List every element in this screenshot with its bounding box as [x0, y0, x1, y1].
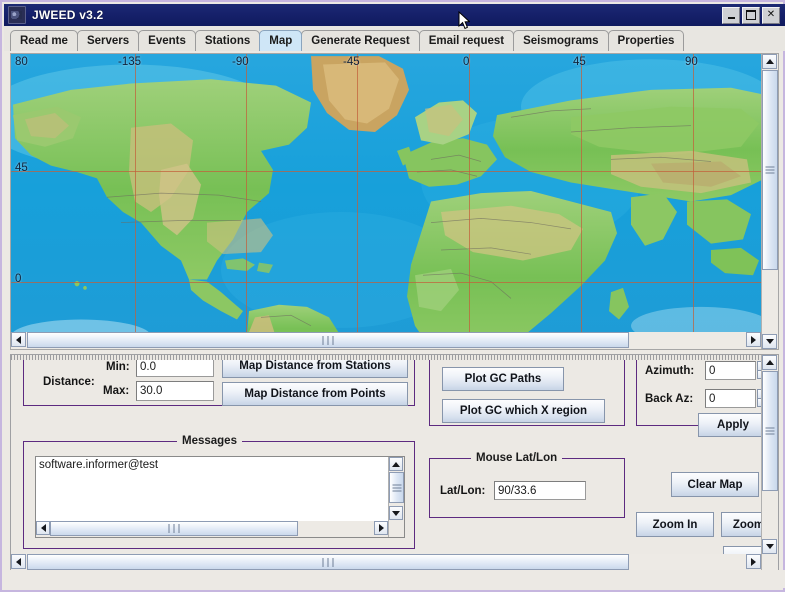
- distance-min-label: Min:: [106, 361, 130, 373]
- distance-label: Distance:: [43, 376, 95, 388]
- close-button[interactable]: ✕: [762, 6, 780, 24]
- controls-vertical-scrollbar[interactable]: [761, 355, 778, 571]
- map-lon-label-45: 45: [573, 56, 586, 68]
- tab-bar: Read me Servers Events Stations Map Gene…: [4, 26, 785, 51]
- map-lon-label--45: -45: [343, 56, 360, 68]
- map-gridline-lon-0: [469, 54, 470, 349]
- map-gridline-lat-0: [11, 282, 761, 283]
- controls-scroll-left-button[interactable]: [11, 554, 26, 569]
- messages-legend: Messages: [177, 435, 242, 447]
- controls-vertical-scroll-thumb[interactable]: [762, 371, 778, 491]
- map-lon-label--90: -90: [232, 56, 249, 68]
- extra-map-button[interactable]: [723, 546, 761, 554]
- map-horizontal-scroll-thumb[interactable]: [27, 332, 629, 348]
- status-bar: [4, 570, 785, 588]
- map-scroll-right-button[interactable]: [746, 332, 761, 347]
- map-gridline-lon--45: [357, 54, 358, 349]
- tab-map[interactable]: Map: [259, 30, 303, 51]
- distance-max-input[interactable]: 30.0: [136, 381, 214, 401]
- great-circle-panel: Plot GC Paths Plot GC which X region: [429, 360, 625, 426]
- messages-scroll-up-button[interactable]: [389, 457, 403, 471]
- map-distance-from-points-button[interactable]: Map Distance from Points: [222, 382, 408, 406]
- map-gridline-lat-45: [11, 171, 761, 172]
- map-lon-label--135: -135: [118, 56, 142, 68]
- map-horizontal-scrollbar[interactable]: [11, 332, 761, 349]
- azimuth-panel: Azimuth: 0 Back Az: 0 Apply: [636, 360, 761, 437]
- tab-properties[interactable]: Properties: [607, 30, 685, 51]
- messages-horizontal-scrollbar[interactable]: [36, 521, 388, 537]
- controls-horizontal-scrollbar[interactable]: [11, 554, 761, 571]
- apply-button[interactable]: Apply: [698, 413, 761, 437]
- controls-panel: Distance: Min: 0.0 Max: 30.0 Map Distanc…: [10, 354, 779, 572]
- messages-scroll-down-button[interactable]: [389, 506, 403, 520]
- map-lat-label-80: 80: [15, 56, 28, 68]
- clear-map-button[interactable]: Clear Map: [671, 472, 759, 497]
- map-lon-label-0: 0: [463, 56, 470, 68]
- minimize-button[interactable]: [722, 6, 740, 24]
- map-panel: 80 45 0 -135 -90 -45 0 45 90: [10, 53, 779, 350]
- latlon-label: Lat/Lon:: [440, 485, 486, 497]
- messages-scroll-right-button[interactable]: [374, 521, 388, 535]
- messages-horizontal-scroll-thumb[interactable]: [50, 521, 298, 536]
- world-map-image: [11, 54, 761, 349]
- map-lat-label-45: 45: [15, 162, 28, 174]
- tab-seismograms[interactable]: Seismograms: [513, 30, 609, 51]
- messages-textarea[interactable]: software.informer@test: [35, 456, 405, 538]
- map-gridline-lon-90: [693, 54, 694, 349]
- map-distance-from-stations-button[interactable]: Map Distance from Stations: [222, 360, 408, 378]
- back-az-input[interactable]: 0: [705, 389, 756, 408]
- messages-text: software.informer@test: [39, 459, 159, 471]
- latlon-input[interactable]: 90/33.6: [494, 481, 586, 500]
- tab-read-me[interactable]: Read me: [10, 30, 78, 51]
- distance-panel: Distance: Min: 0.0 Max: 30.0 Map Distanc…: [23, 360, 415, 406]
- mouse-latlon-panel: Mouse Lat/Lon Lat/Lon: 90/33.6: [429, 452, 625, 518]
- tab-email-request[interactable]: Email request: [418, 30, 515, 51]
- map-vertical-scroll-thumb[interactable]: [762, 70, 778, 270]
- controls-horizontal-scroll-thumb[interactable]: [27, 554, 629, 570]
- controls-scroll-right-button[interactable]: [746, 554, 761, 569]
- tab-events[interactable]: Events: [138, 30, 196, 51]
- map-scroll-up-button[interactable]: [762, 54, 777, 69]
- app-icon: [8, 6, 26, 24]
- zoom-in-button[interactable]: Zoom In: [636, 512, 714, 537]
- map-gridline-lon-45: [581, 54, 582, 349]
- azimuth-input[interactable]: 0: [705, 361, 756, 380]
- map-lon-label-90: 90: [685, 56, 698, 68]
- controls-scroll-down-button[interactable]: [762, 539, 777, 554]
- back-az-label: Back Az:: [645, 393, 694, 405]
- tab-stations[interactable]: Stations: [194, 30, 261, 51]
- mouse-latlon-legend: Mouse Lat/Lon: [471, 452, 563, 464]
- messages-panel: Messages software.informer@test: [23, 435, 415, 549]
- tab-servers[interactable]: Servers: [76, 30, 140, 51]
- tab-generate-request[interactable]: Generate Request: [301, 30, 420, 51]
- window-buttons: ✕: [722, 6, 785, 24]
- application-window: JWEED v3.2 ✕ Read me Servers Events Stat…: [0, 0, 785, 592]
- title-bar: JWEED v3.2 ✕: [4, 4, 785, 26]
- distance-max-label: Max:: [103, 385, 130, 397]
- maximize-button[interactable]: [742, 6, 760, 24]
- distance-min-input[interactable]: 0.0: [136, 360, 214, 377]
- window-frame: JWEED v3.2 ✕ Read me Servers Events Stat…: [0, 0, 785, 592]
- map-gridline-lon--90: [246, 54, 247, 349]
- map-gridline-lon--135: [135, 54, 136, 349]
- messages-scroll-left-button[interactable]: [36, 521, 50, 535]
- azimuth-label: Azimuth:: [645, 365, 695, 377]
- messages-vertical-scroll-thumb[interactable]: [389, 472, 404, 503]
- map-viewport[interactable]: 80 45 0 -135 -90 -45 0 45 90: [11, 54, 761, 349]
- map-scroll-left-button[interactable]: [11, 332, 26, 347]
- zoom-out-button[interactable]: Zoom Out: [721, 512, 761, 537]
- window-title: JWEED v3.2: [32, 8, 104, 22]
- map-scroll-down-button[interactable]: [762, 334, 777, 349]
- messages-vertical-scrollbar[interactable]: [388, 457, 404, 537]
- map-vertical-scrollbar[interactable]: [761, 54, 778, 349]
- plot-gc-paths-button[interactable]: Plot GC Paths: [442, 367, 564, 391]
- plot-gc-which-x-region-button[interactable]: Plot GC which X region: [442, 399, 605, 423]
- controls-viewport: Distance: Min: 0.0 Max: 30.0 Map Distanc…: [11, 360, 761, 554]
- map-lat-label-0: 0: [15, 273, 22, 285]
- controls-scroll-up-button[interactable]: [762, 355, 777, 370]
